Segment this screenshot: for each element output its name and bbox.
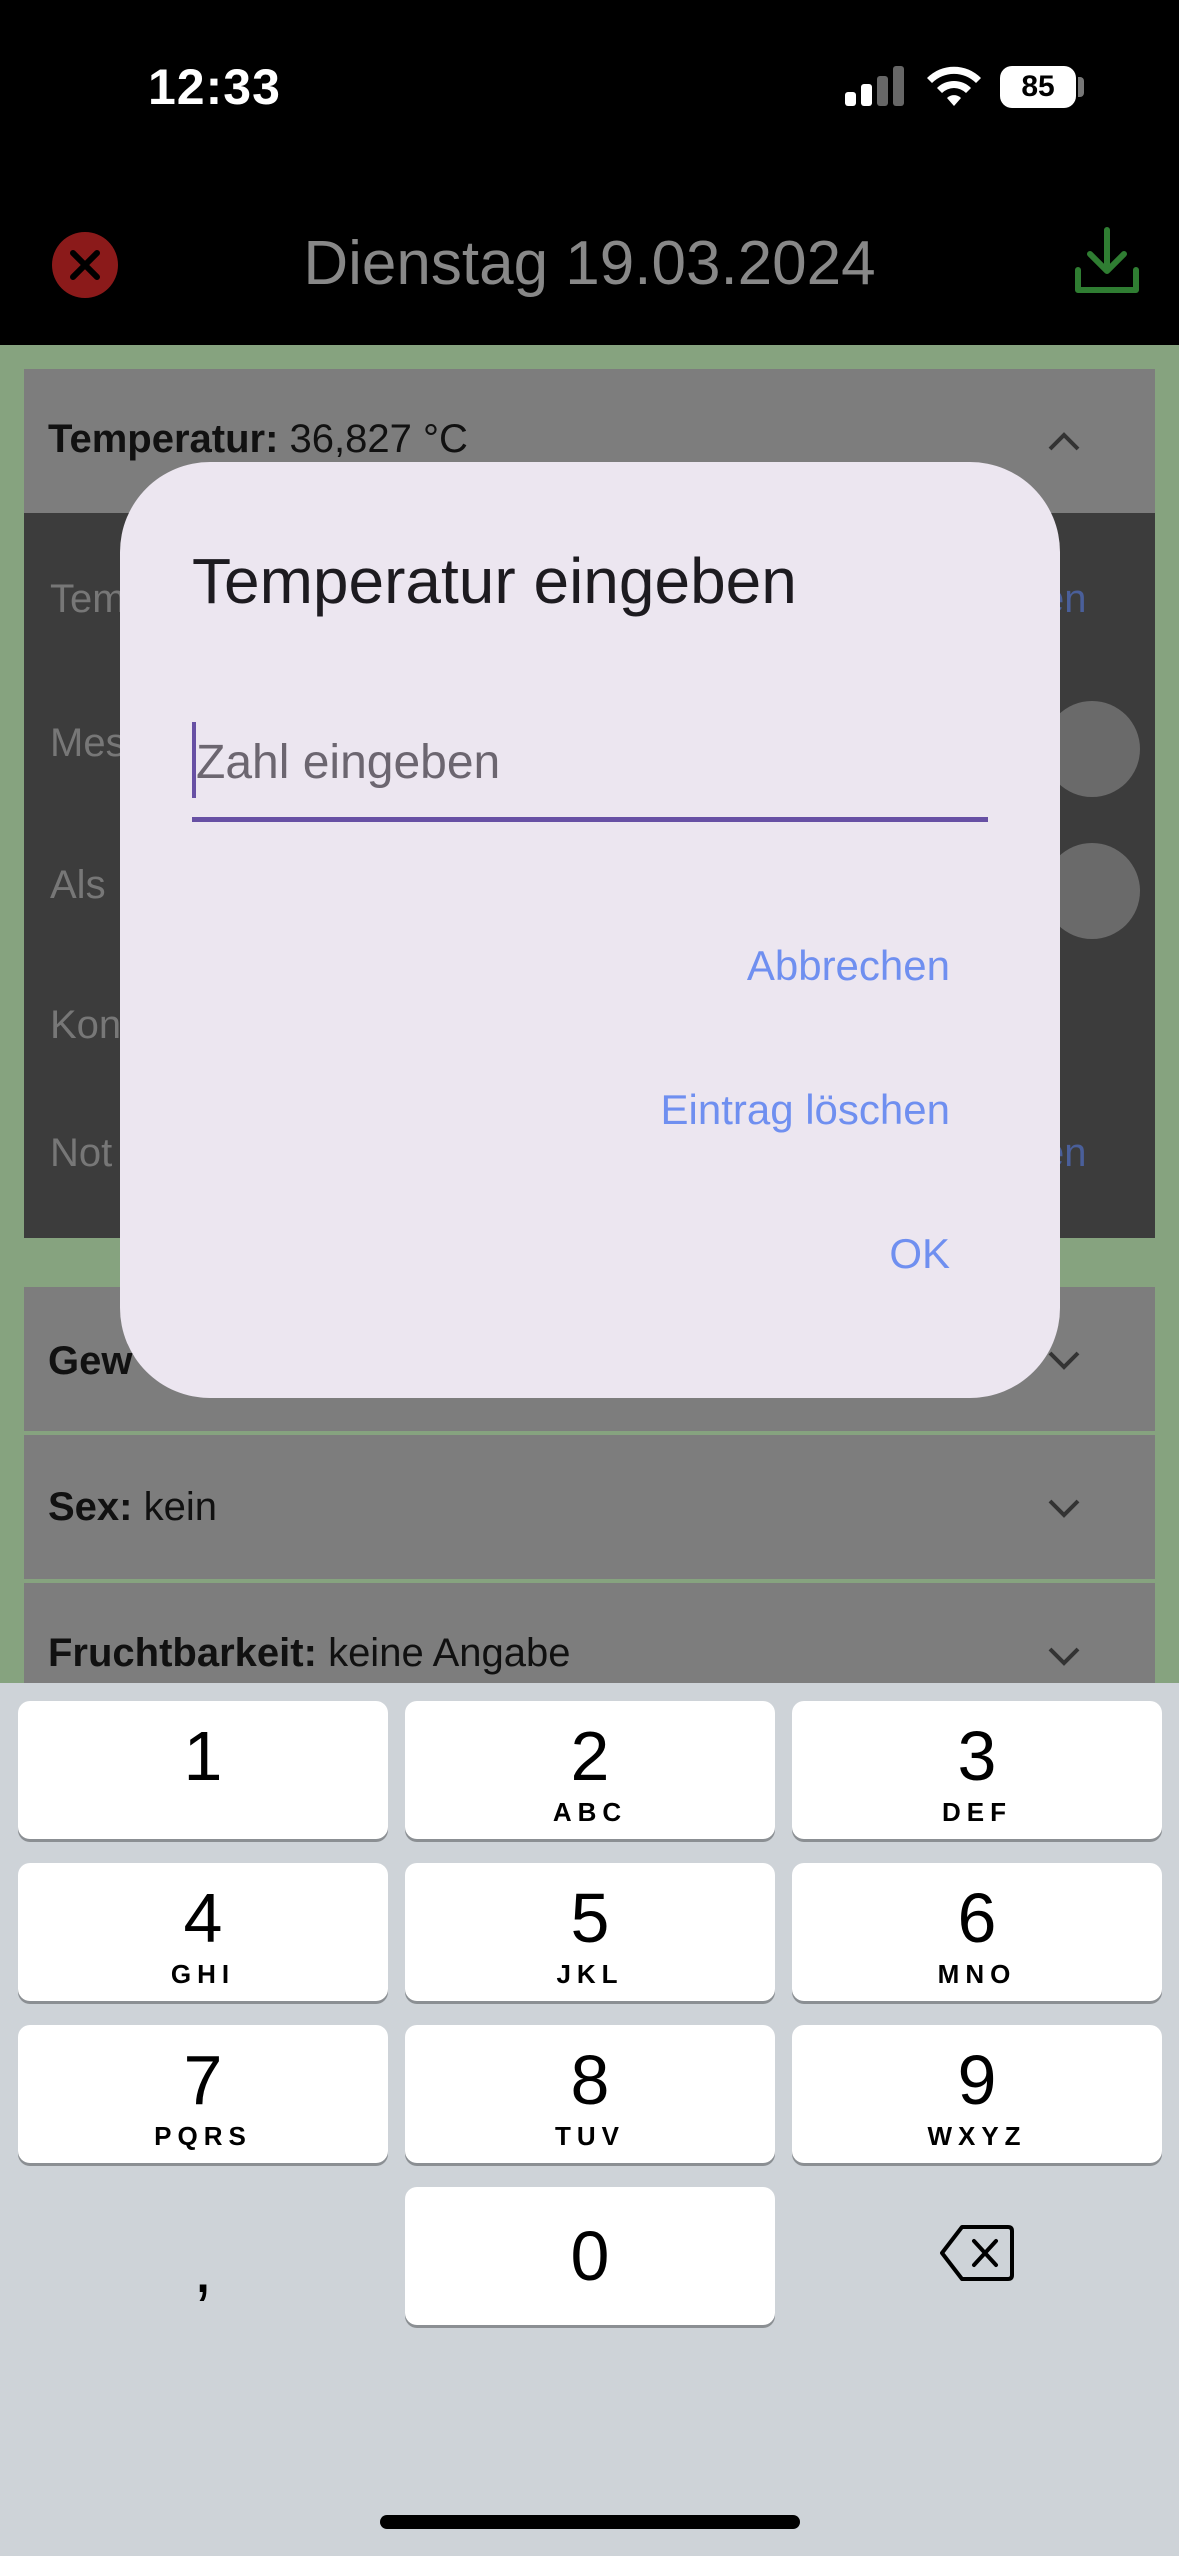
temperature-input[interactable] <box>192 712 988 812</box>
detail-label-1: Tem <box>50 577 126 621</box>
ok-button[interactable]: OK <box>889 1230 950 1278</box>
backspace-icon <box>940 2225 1014 2281</box>
key-9[interactable]: 9 WXYZ <box>792 2025 1162 2163</box>
detail-label-3: Als <box>50 863 106 907</box>
wifi-icon <box>927 66 981 106</box>
detail-label-4: Kon <box>50 1003 122 1047</box>
download-icon[interactable] <box>1072 224 1142 300</box>
battery-icon: 85 <box>1000 66 1076 108</box>
sex-card[interactable]: Sex: kein <box>24 1435 1155 1579</box>
temperature-label: Temperatur: <box>48 417 279 461</box>
key-6[interactable]: 6 MNO <box>792 1863 1162 2001</box>
key-0[interactable]: 0 <box>405 2187 775 2325</box>
page-title: Dienstag 19.03.2024 <box>303 229 876 298</box>
fertility-value: keine Angabe <box>328 1631 571 1675</box>
home-indicator[interactable] <box>380 2515 800 2529</box>
chevron-up-icon <box>1048 432 1080 451</box>
status-time: 12:33 <box>148 59 281 115</box>
chevron-down-icon <box>1048 1499 1080 1518</box>
text-cursor <box>192 722 196 798</box>
weight-label: Gew <box>48 1339 133 1383</box>
backspace-key[interactable] <box>792 2219 1162 2299</box>
dialog-title: Temperatur eingeben <box>192 545 797 617</box>
cancel-button[interactable]: Abbrechen <box>747 942 950 990</box>
sex-value: kein <box>143 1485 218 1529</box>
temperature-input-field[interactable] <box>192 712 988 822</box>
key-5[interactable]: 5 JKL <box>405 1863 775 2001</box>
status-bar: 12:33 85 <box>0 0 1179 180</box>
delete-entry-button[interactable]: Eintrag löschen <box>660 1086 950 1134</box>
temperature-dialog: Temperatur eingeben Abbrechen Eintrag lö… <box>120 462 1060 1398</box>
fertility-card[interactable]: Fruchtbarkeit: keine Angabe <box>24 1583 1155 1693</box>
sex-label: Sex: <box>48 1485 133 1529</box>
key-8[interactable]: 8 TUV <box>405 2025 775 2163</box>
cellular-signal-icon <box>845 66 905 106</box>
fertility-label: Fruchtbarkeit: <box>48 1631 317 1675</box>
battery-nub <box>1078 77 1084 97</box>
key-1[interactable]: 1 <box>18 1701 388 1839</box>
key-4[interactable]: 4 GHI <box>18 1863 388 2001</box>
chevron-down-icon <box>1048 1647 1080 1666</box>
key-7[interactable]: 7 PQRS <box>18 2025 388 2163</box>
key-3[interactable]: 3 DEF <box>792 1701 1162 1839</box>
temperature-value: 36,827 °C <box>289 417 468 461</box>
app-header: Dienstag 19.03.2024 <box>0 180 1179 345</box>
key-comma[interactable]: , <box>18 2228 388 2308</box>
key-2[interactable]: 2 ABC <box>405 1701 775 1839</box>
detail-label-2: Mes <box>50 721 126 765</box>
numeric-keyboard: 1 2 ABC 3 DEF 4 GHI 5 JKL 6 MNO 7 PQRS 8… <box>0 1683 1179 2556</box>
detail-label-5: Not <box>50 1131 113 1175</box>
